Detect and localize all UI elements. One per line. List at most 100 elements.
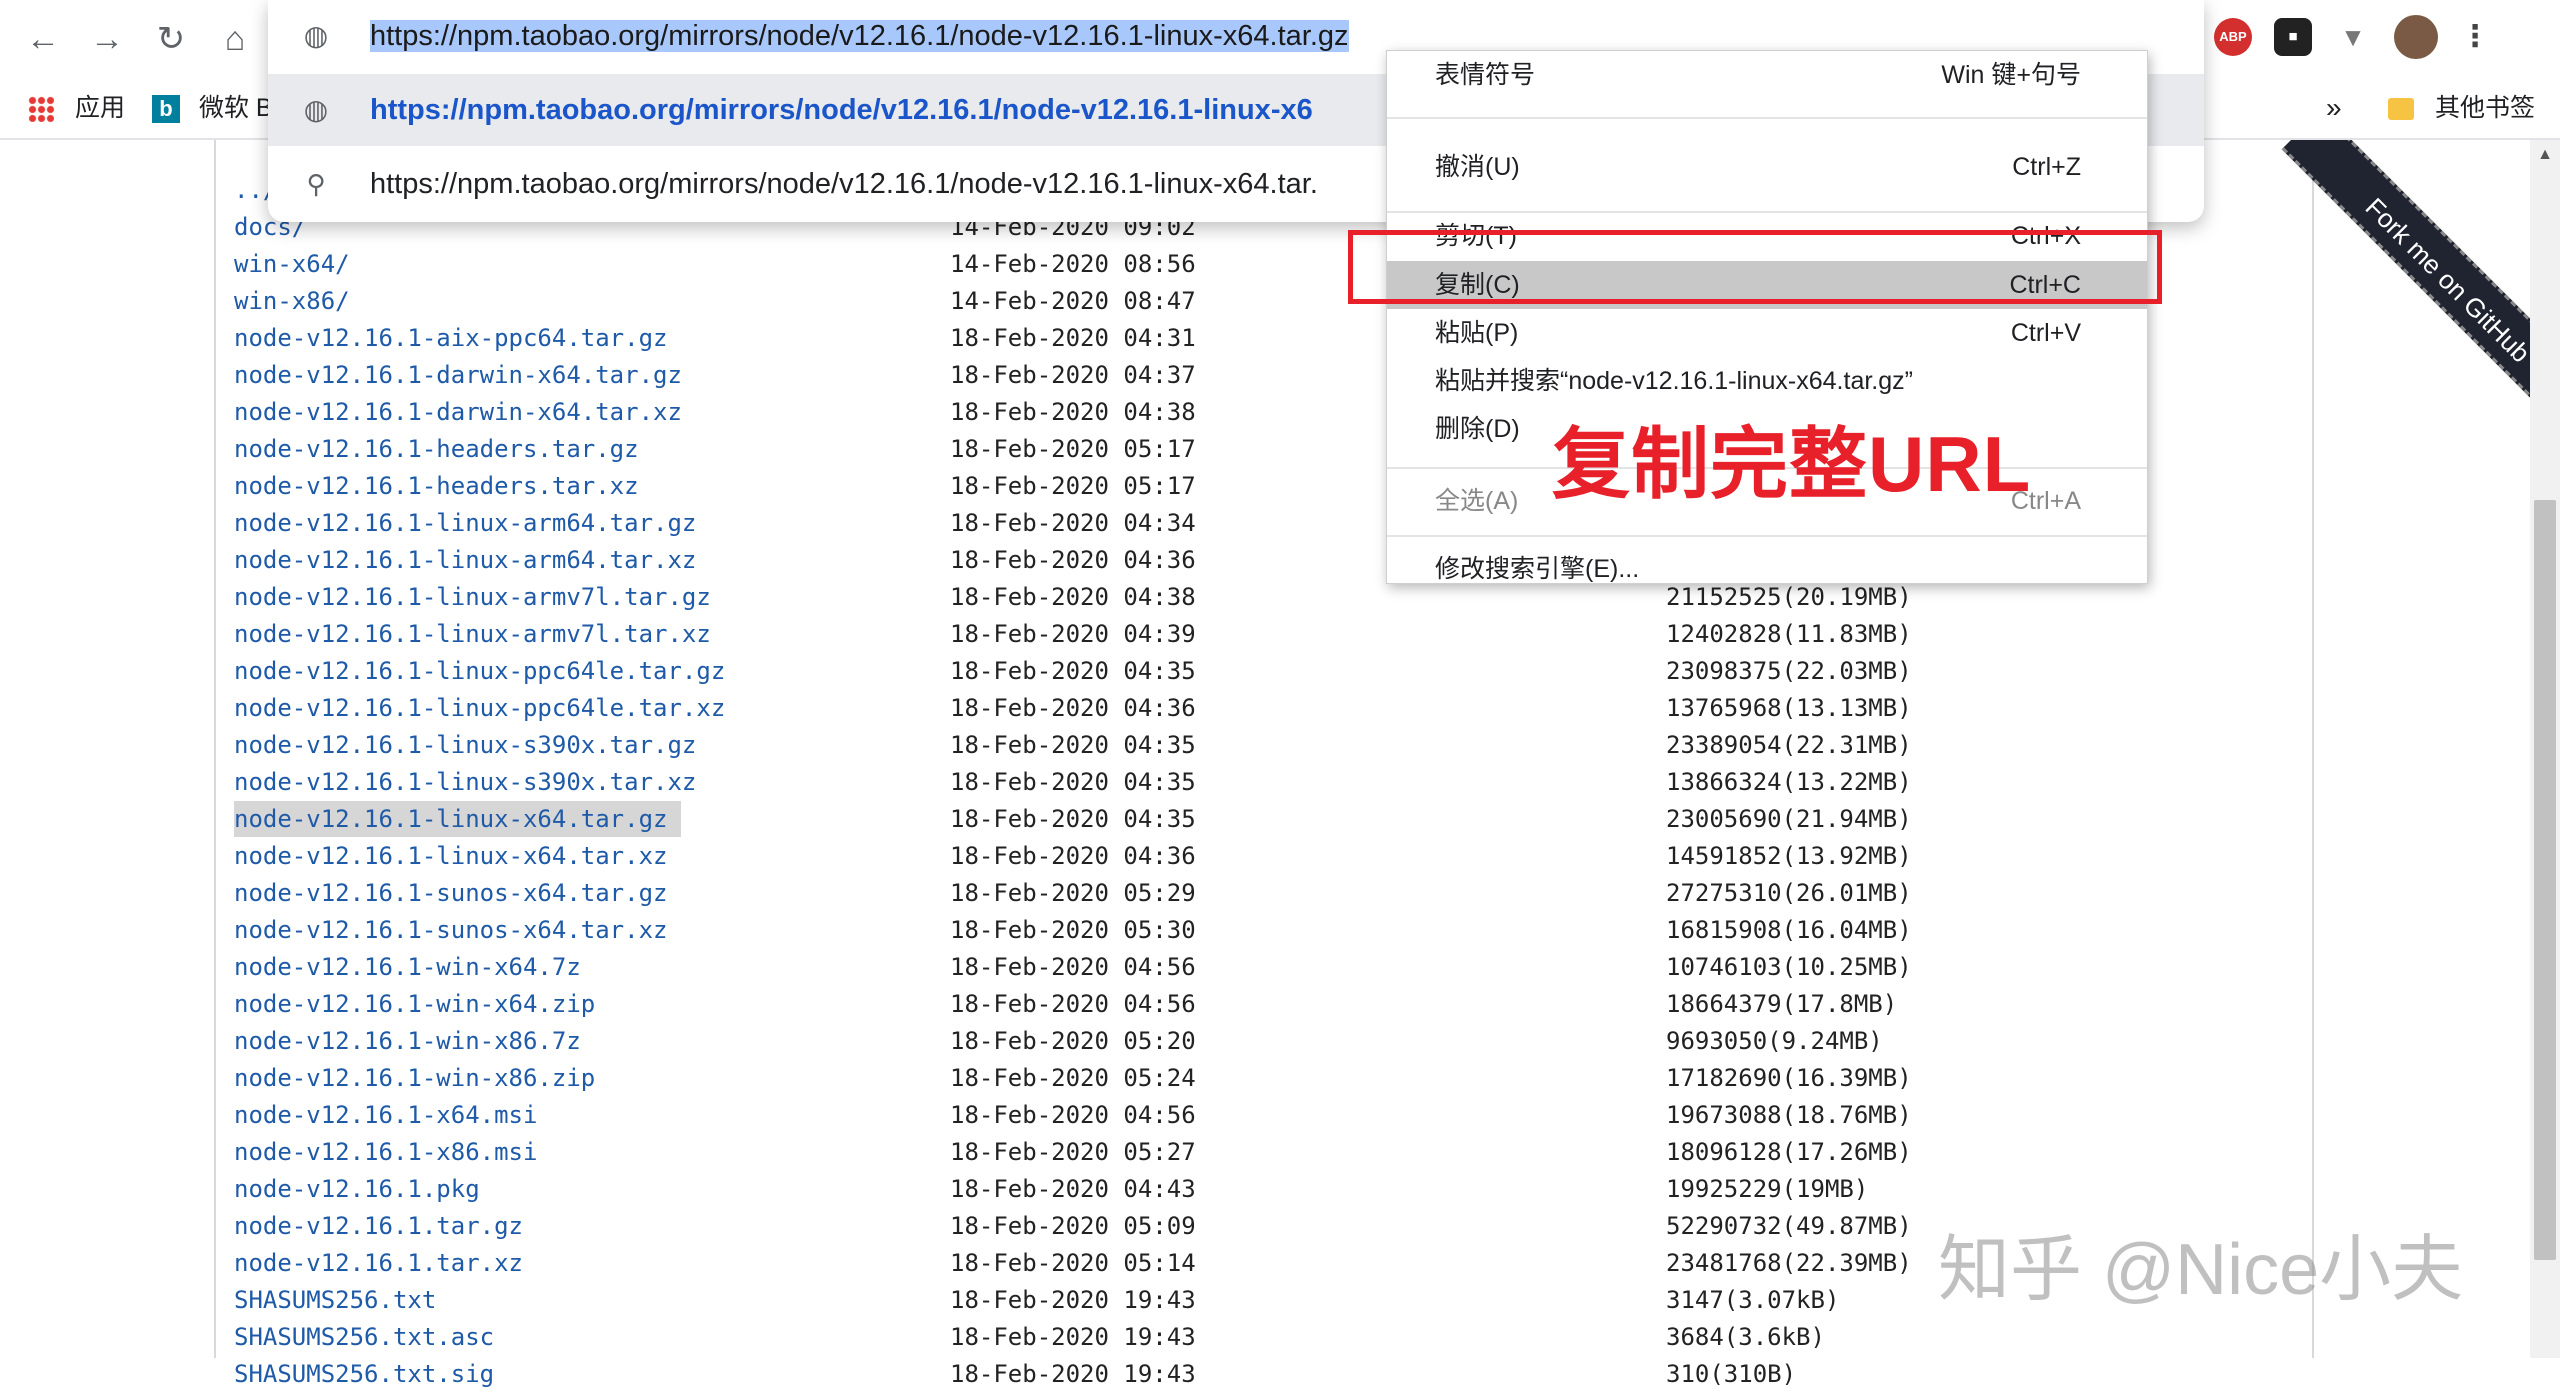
file-date: 18-Feb-2020 04:38	[950, 583, 1196, 611]
file-size: 18664379(17.8MB)	[1666, 990, 1898, 1018]
file-date: 18-Feb-2020 05:29	[950, 879, 1196, 907]
file-link[interactable]: node-v12.16.1-x86.msi	[234, 1134, 537, 1170]
file-size: 12402828(11.83MB)	[1666, 620, 1912, 648]
watermark: 知乎 @Nice小夫	[1938, 1230, 2464, 1310]
file-size: 310(310B)	[1666, 1360, 1797, 1388]
file-link[interactable]: node-v12.16.1-win-x86.zip	[234, 1060, 595, 1096]
file-date: 18-Feb-2020 05:27	[950, 1138, 1196, 1166]
file-size: 19673088(18.76MB)	[1666, 1101, 1912, 1129]
file-link[interactable]: node-v12.16.1-linux-s390x.tar.xz	[234, 764, 696, 800]
vertical-scrollbar[interactable]	[2530, 140, 2560, 1358]
file-link[interactable]: node-v12.16.1-darwin-x64.tar.xz	[234, 394, 682, 430]
file-link[interactable]: node-v12.16.1-darwin-x64.tar.gz	[234, 357, 682, 393]
menu-item-emoji[interactable]: 表情符号 Win 键+句号	[1387, 51, 2147, 99]
file-link[interactable]: SHASUMS256.txt	[234, 1282, 436, 1318]
menu-separator	[1387, 535, 2147, 537]
reload-icon[interactable]: ↻	[146, 14, 196, 64]
search-icon: ⚲	[306, 169, 326, 199]
file-size: 23389054(22.31MB)	[1666, 731, 1912, 759]
file-date: 18-Feb-2020 04:31	[950, 324, 1196, 352]
home-icon[interactable]: ⌂	[210, 14, 260, 64]
file-link[interactable]: node-v12.16.1-sunos-x64.tar.xz	[234, 912, 667, 948]
file-link[interactable]: node-v12.16.1-aix-ppc64.tar.gz	[234, 320, 667, 356]
file-size: 3684(3.6kB)	[1666, 1323, 1825, 1351]
file-link[interactable]: node-v12.16.1.tar.gz	[234, 1208, 523, 1244]
back-arrow-icon[interactable]: ←	[18, 14, 68, 64]
file-size: 27275310(26.01MB)	[1666, 879, 1912, 907]
file-date: 18-Feb-2020 05:09	[950, 1212, 1196, 1240]
file-link[interactable]: node-v12.16.1-x64.msi	[234, 1097, 537, 1133]
scroll-up-arrow-icon[interactable]: ▲	[2536, 146, 2554, 164]
folder-icon	[2388, 98, 2414, 121]
scrollbar-thumb[interactable]	[2534, 500, 2556, 1260]
forward-arrow-icon[interactable]: →	[82, 14, 132, 64]
adblock-plus-icon[interactable]: ABP	[2214, 18, 2252, 56]
file-link[interactable]: node-v12.16.1-linux-armv7l.tar.xz	[234, 616, 711, 652]
file-size: 52290732(49.87MB)	[1666, 1212, 1912, 1240]
file-link[interactable]: win-x64/	[234, 246, 350, 282]
file-date: 18-Feb-2020 04:35	[950, 657, 1196, 685]
file-date: 14-Feb-2020 08:56	[950, 250, 1196, 278]
file-link[interactable]: win-x86/	[234, 283, 350, 319]
file-link[interactable]: node-v12.16.1-linux-x64.tar.xz	[234, 838, 667, 874]
file-date: 18-Feb-2020 05:17	[950, 472, 1196, 500]
menu-item-undo[interactable]: 撤消(U) Ctrl+Z	[1387, 143, 2147, 191]
file-size: 13765968(13.13MB)	[1666, 694, 1912, 722]
file-link[interactable]: SHASUMS256.txt.asc	[234, 1319, 494, 1355]
file-link[interactable]: node-v12.16.1-linux-ppc64le.tar.xz	[234, 690, 725, 726]
file-date: 18-Feb-2020 04:35	[950, 805, 1196, 833]
bing-icon: b	[152, 95, 180, 124]
vue-devtools-icon[interactable]: ▼	[2334, 18, 2372, 56]
file-link[interactable]: SHASUMS256.txt.sig	[234, 1356, 494, 1392]
file-link[interactable]: node-v12.16.1-linux-s390x.tar.gz	[234, 727, 696, 763]
menu-item-shortcut: Ctrl+Z	[2012, 153, 2081, 181]
github-ribbon-label[interactable]: Fork me on GitHub	[2281, 140, 2540, 440]
file-link[interactable]: node-v12.16.1-linux-ppc64le.tar.gz	[234, 653, 725, 689]
file-link[interactable]: node-v12.16.1-win-x64.7z	[234, 949, 581, 985]
file-link[interactable]: node-v12.16.1-linux-armv7l.tar.gz	[234, 579, 711, 615]
file-date: 18-Feb-2020 04:35	[950, 731, 1196, 759]
github-ribbon[interactable]: Fork me on GitHub	[2200, 140, 2540, 440]
file-link[interactable]: node-v12.16.1-sunos-x64.tar.gz	[234, 875, 667, 911]
bookmark-apps[interactable]: 应用	[28, 88, 125, 128]
bookmark-label: 应用	[74, 94, 125, 122]
file-date: 18-Feb-2020 05:24	[950, 1064, 1196, 1092]
bookmark-bing[interactable]: b 微软 B	[152, 88, 273, 128]
menu-item-edit-search-engines[interactable]: 修改搜索引擎(E)...	[1387, 545, 2147, 593]
bookmarks-overflow-button[interactable]: »	[2326, 88, 2342, 128]
file-date: 18-Feb-2020 19:43	[950, 1323, 1196, 1351]
file-date: 18-Feb-2020 04:37	[950, 361, 1196, 389]
other-bookmarks-folder[interactable]: 其他书签	[2388, 88, 2535, 128]
file-link[interactable]: node-v12.16.1-linux-arm64.tar.xz	[234, 542, 696, 578]
file-date: 18-Feb-2020 04:38	[950, 398, 1196, 426]
file-link[interactable]: node-v12.16.1-win-x64.zip	[234, 986, 595, 1022]
file-date: 18-Feb-2020 04:56	[950, 990, 1196, 1018]
file-link[interactable]: node-v12.16.1-linux-x64.tar.gz	[234, 801, 682, 837]
file-date: 18-Feb-2020 05:17	[950, 435, 1196, 463]
file-date: 18-Feb-2020 04:36	[950, 694, 1196, 722]
file-size: 10746103(10.25MB)	[1666, 953, 1912, 981]
file-date: 18-Feb-2020 04:39	[950, 620, 1196, 648]
file-size: 19925229(19MB)	[1666, 1175, 1869, 1203]
extension-face-icon[interactable]: ■	[2274, 18, 2312, 56]
apps-grid-icon	[28, 96, 54, 123]
file-link[interactable]: node-v12.16.1-headers.tar.xz	[234, 468, 639, 504]
file-size: 16815908(16.04MB)	[1666, 916, 1912, 944]
bookmark-label: 其他书签	[2434, 94, 2535, 122]
highlight-box	[1348, 230, 2162, 304]
file-size: 23005690(21.94MB)	[1666, 805, 1912, 833]
more-menu-icon[interactable]: ⋮	[2456, 18, 2494, 56]
menu-item-label: 全选(A)	[1435, 487, 1519, 515]
menu-item-shortcut: Ctrl+V	[2010, 319, 2081, 347]
file-link[interactable]: node-v12.16.1-headers.tar.gz	[234, 431, 639, 467]
file-date: 18-Feb-2020 04:56	[950, 953, 1196, 981]
extensions-area: ABP ■ ▼ ⋮	[2200, 0, 2560, 74]
avatar[interactable]	[2394, 15, 2438, 59]
file-link[interactable]: node-v12.16.1-linux-arm64.tar.gz	[234, 505, 696, 541]
file-link[interactable]: node-v12.16.1.pkg	[234, 1171, 480, 1207]
file-link[interactable]: node-v12.16.1-win-x86.7z	[234, 1023, 581, 1059]
menu-item-paste-and-search[interactable]: 粘贴并搜索“node-v12.16.1-linux-x64.tar.gz”	[1387, 357, 2147, 405]
file-link[interactable]: node-v12.16.1.tar.xz	[234, 1245, 523, 1281]
menu-item-paste[interactable]: 粘贴(P) Ctrl+V	[1387, 309, 2147, 357]
url-text: https://npm.taobao.org/mirrors/node/v12.…	[370, 20, 1349, 52]
